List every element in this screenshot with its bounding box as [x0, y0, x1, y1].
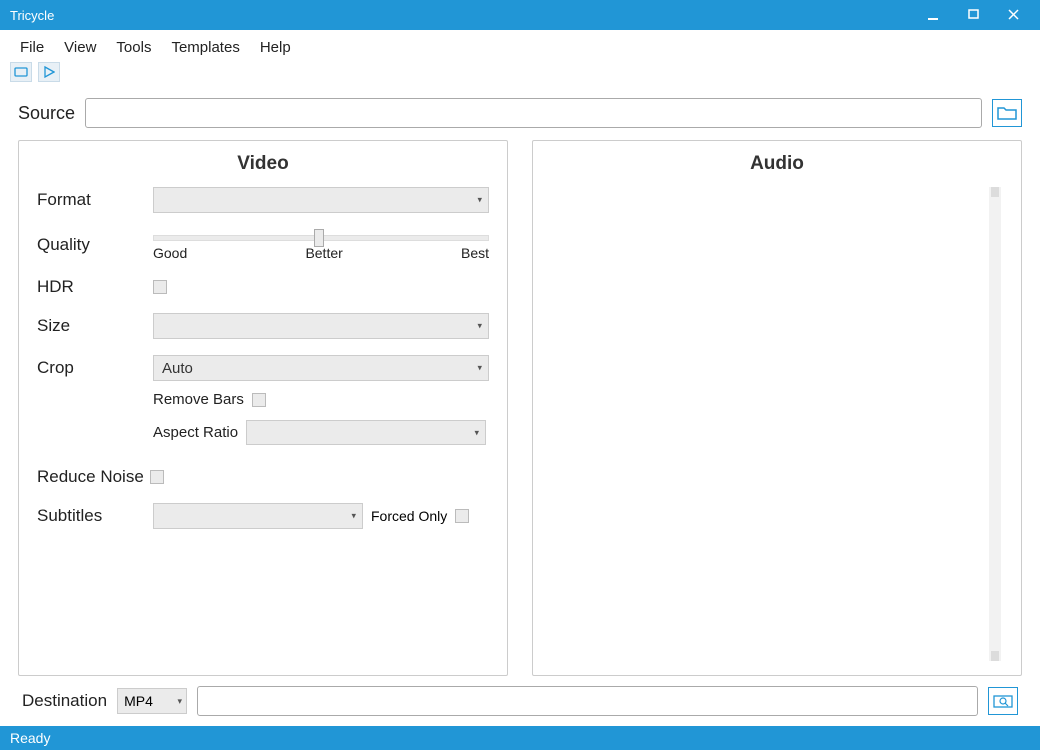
chevron-down-icon: ▾ [178, 696, 183, 707]
hdr-checkbox[interactable] [153, 280, 167, 294]
chevron-down-icon: ▾ [351, 511, 356, 522]
chevron-down-icon: ▾ [477, 195, 482, 206]
quality-label: Quality [37, 235, 153, 255]
size-dropdown[interactable]: ▾ [153, 313, 489, 339]
destination-format-dropdown[interactable]: MP4 ▾ [117, 688, 187, 714]
toolbar [0, 60, 1040, 88]
crop-dropdown[interactable]: Auto ▾ [153, 355, 489, 381]
audio-panel: Audio [532, 140, 1022, 676]
aspect-ratio-dropdown[interactable]: ▾ [246, 420, 486, 445]
audio-panel-title: Audio [551, 151, 1003, 187]
menu-tools[interactable]: Tools [106, 35, 161, 60]
aspect-ratio-label: Aspect Ratio [153, 424, 238, 441]
video-panel: Video Format ▾ Quality [18, 140, 508, 676]
hdr-label: HDR [37, 277, 153, 297]
search-folder-icon [993, 693, 1013, 709]
quality-slider[interactable] [153, 235, 489, 241]
source-label: Source [18, 103, 75, 124]
destination-row: Destination MP4 ▾ [18, 684, 1022, 718]
menu-file[interactable]: File [10, 35, 54, 60]
crop-value: Auto [162, 360, 193, 377]
subtitles-label: Subtitles [37, 506, 153, 526]
maximize-button[interactable] [968, 9, 980, 21]
forced-only-label: Forced Only [371, 508, 447, 524]
window-controls [928, 9, 1030, 21]
source-row: Source [18, 98, 1022, 128]
destination-browse-button[interactable] [988, 687, 1018, 715]
menu-help[interactable]: Help [250, 35, 301, 60]
destination-format-value: MP4 [124, 693, 153, 709]
preview-button[interactable] [10, 62, 32, 82]
format-label: Format [37, 190, 153, 210]
chevron-down-icon: ▾ [475, 427, 480, 438]
destination-label: Destination [22, 691, 107, 711]
audio-scrollbar[interactable] [989, 187, 1001, 661]
reduce-noise-label: Reduce Noise [37, 467, 150, 487]
video-panel-title: Video [37, 151, 489, 187]
source-browse-button[interactable] [992, 99, 1022, 127]
minimize-button[interactable] [928, 9, 940, 21]
titlebar: Tricycle [0, 0, 1040, 30]
start-button[interactable] [38, 62, 60, 82]
quality-slider-thumb[interactable] [314, 229, 324, 247]
app-title: Tricycle [10, 8, 928, 23]
audio-list [551, 187, 1003, 665]
subtitles-dropdown[interactable]: ▾ [153, 503, 363, 529]
crop-label: Crop [37, 358, 153, 378]
close-button[interactable] [1008, 9, 1020, 21]
folder-icon [997, 105, 1017, 121]
statusbar: Ready [0, 726, 1040, 750]
reduce-noise-checkbox[interactable] [150, 470, 164, 484]
menu-templates[interactable]: Templates [161, 35, 249, 60]
format-dropdown[interactable]: ▾ [153, 187, 489, 213]
remove-bars-label: Remove Bars [153, 391, 244, 408]
chevron-down-icon: ▾ [477, 321, 482, 332]
menu-view[interactable]: View [54, 35, 106, 60]
menubar: File View Tools Templates Help [0, 30, 1040, 60]
size-label: Size [37, 316, 153, 336]
status-text: Ready [10, 730, 50, 746]
quality-best: Best [461, 245, 489, 261]
forced-only-checkbox[interactable] [455, 509, 469, 523]
remove-bars-checkbox[interactable] [252, 393, 266, 407]
destination-input[interactable] [197, 686, 978, 716]
quality-better: Better [305, 245, 342, 261]
source-input[interactable] [85, 98, 982, 128]
quality-good: Good [153, 245, 187, 261]
chevron-down-icon: ▾ [477, 363, 482, 374]
